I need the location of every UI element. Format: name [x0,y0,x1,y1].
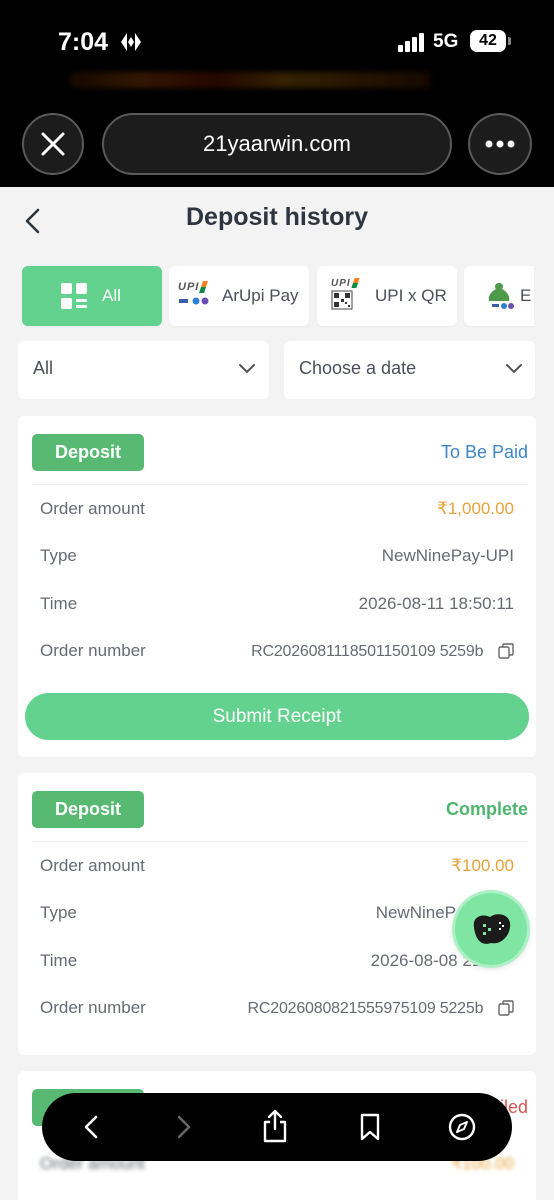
tab-label: ArUpi Pay [222,286,299,305]
browser-toolbar [42,1093,512,1161]
submit-receipt-button[interactable]: Submit Receipt [25,693,529,740]
status-time: 7:04 [58,28,109,56]
upi-qr-logo-icon: UPI [331,278,361,315]
url-bar[interactable]: 21yaarwin.com [102,113,452,175]
order-number-label: Order number [40,641,146,660]
order-amount-row: Order amount ₹1,000.00 [40,499,514,523]
copy-icon[interactable] [498,1000,514,1016]
time-row: Time 2026-08-08 21: [40,951,514,975]
record-type-badge: Deposit [32,791,144,828]
type-row: Type NewNinePay-UPI [40,546,514,570]
deposit-record-card: Deposit To Be Paid Order amount ₹1,000.0… [18,416,536,757]
time-label: Time [40,951,78,970]
order-amount-label: Order amount [40,856,145,875]
status-label: Complete [445,799,528,819]
battery-icon: 42 [470,30,511,52]
type-label: Type [40,546,77,565]
date-filter-select[interactable]: Choose a date [284,341,535,399]
record-type-badge: Deposit [32,434,144,471]
time-label: Time [40,594,78,613]
page-title: Deposit history [186,203,368,231]
order-amount-row: Order amount ₹100.00 [40,856,514,880]
browser-chrome: 7:04 5G 42 21yaarwin.com [0,0,554,187]
order-number-row: Order number RC2026081118501150109 5259b [40,641,514,665]
divider [32,484,528,485]
type-value: NewNineP [375,903,456,922]
order-number-label: Order number [40,998,146,1017]
status-filter-select[interactable]: All [18,341,269,399]
order-amount-value: ₹100.00 [451,856,514,875]
tab-arupi-pay[interactable]: UPI ArUpi Pay [169,266,309,326]
chevron-down-icon [239,364,255,374]
share-icon[interactable] [261,1109,289,1143]
money-bag-icon [488,283,514,309]
order-number-value: RC2026081118501150109 5259b [251,643,484,660]
tab-e-wallet[interactable]: E [464,266,534,326]
tab-all[interactable]: All [22,266,162,326]
ellipsis-icon [485,140,515,148]
type-row: Type NewNineP [40,903,514,927]
order-number-row: Order number RC2026080821555975109 5225b [40,998,514,1022]
close-browser-button[interactable] [22,113,84,175]
bookmark-icon[interactable] [356,1113,384,1141]
type-label: Type [40,903,77,922]
tab-upi-qr[interactable]: UPI UPI x QR [317,266,457,326]
payment-method-tabs: All UPI ArUpi Pay UPI UPI x QR E [0,266,554,328]
page-header: Deposit history [0,187,554,253]
divider [32,841,528,842]
network-type: 5G [433,31,459,52]
more-options-button[interactable] [468,113,532,175]
status-filter-value: All [33,358,54,378]
time-row: Time 2026-08-11 18:50:11 [40,594,514,618]
cell-signal-icon [398,33,424,52]
compass-icon[interactable] [448,1113,476,1141]
chevron-left-icon[interactable] [78,1113,106,1141]
floating-game-button[interactable] [455,893,527,965]
upi-logo-icon: UPI [178,281,212,311]
type-value: NewNinePay-UPI [381,546,514,565]
tab-label: All [102,286,121,305]
tab-label: E [520,286,532,305]
gamepad-icon [473,914,511,944]
order-number-wrap: RC2026081118501150109 5259b [251,641,514,661]
order-amount-label: Order amount [40,499,145,518]
close-icon [41,132,65,156]
copy-icon[interactable] [498,643,514,659]
chevron-down-icon [506,364,522,374]
time-value: 2026-08-11 18:50:11 [358,594,514,613]
chevron-right-icon[interactable] [169,1113,197,1141]
date-filter-value: Choose a date [299,358,417,378]
order-number-wrap: RC2026080821555975109 5225b [248,998,514,1018]
focus-mode-icon [121,33,141,51]
tab-label: UPI x QR [375,286,447,305]
order-number-value: RC2026080821555975109 5225b [247,1000,484,1017]
status-label: To Be Paid [440,442,528,462]
order-amount-value: ₹1,000.00 [437,499,514,518]
grid-icon [61,283,87,309]
blurred-content [70,72,430,88]
